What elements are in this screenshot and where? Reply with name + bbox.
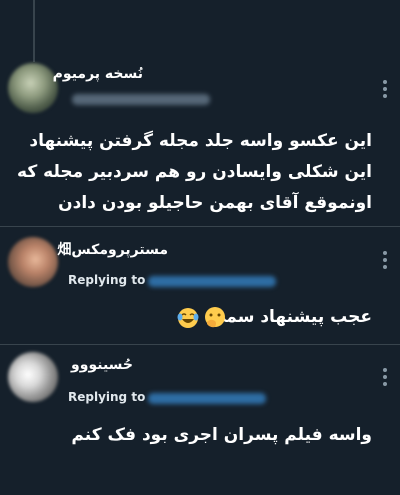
avatar[interactable] <box>8 63 58 113</box>
display-name[interactable]: مسترپرومکس畑 <box>57 239 168 259</box>
display-name[interactable]: حُسینووو <box>71 357 133 373</box>
avatar[interactable] <box>8 237 58 287</box>
thread-connector-line <box>33 0 35 62</box>
tweet-text: عجب پیشنهاد سمی <box>209 307 372 327</box>
more-options-icon[interactable] <box>379 251 391 273</box>
blurred-reply-handle[interactable] <box>148 393 266 404</box>
replying-to-label: Replying to <box>68 390 146 404</box>
divider <box>0 226 400 227</box>
replying-to-label: Replying to <box>68 273 146 287</box>
blurred-handle <box>72 94 210 105</box>
tweet-text-line: این عکسو واسه جلد مجله گرفتن پیشنهاد <box>29 131 372 151</box>
avatar[interactable] <box>8 352 58 402</box>
blurred-reply-handle[interactable] <box>148 276 276 287</box>
tweet-text-line: این شکلی وایسادن رو هم سردبیر مجله که <box>17 162 372 182</box>
display-name[interactable]: نُسخه پرمیوم <box>53 66 143 82</box>
hand-over-mouth-emoji <box>203 306 227 330</box>
tweet-text: واسه فیلم پسران اجری بود فک کنم <box>71 425 372 445</box>
laughing-tears-emoji <box>177 307 199 329</box>
more-options-icon[interactable] <box>379 80 391 102</box>
divider <box>0 344 400 345</box>
tweet-text-line: اونموقع آقای بهمن حاجیلو بودن دادن <box>58 193 372 213</box>
more-options-icon[interactable] <box>379 368 391 390</box>
